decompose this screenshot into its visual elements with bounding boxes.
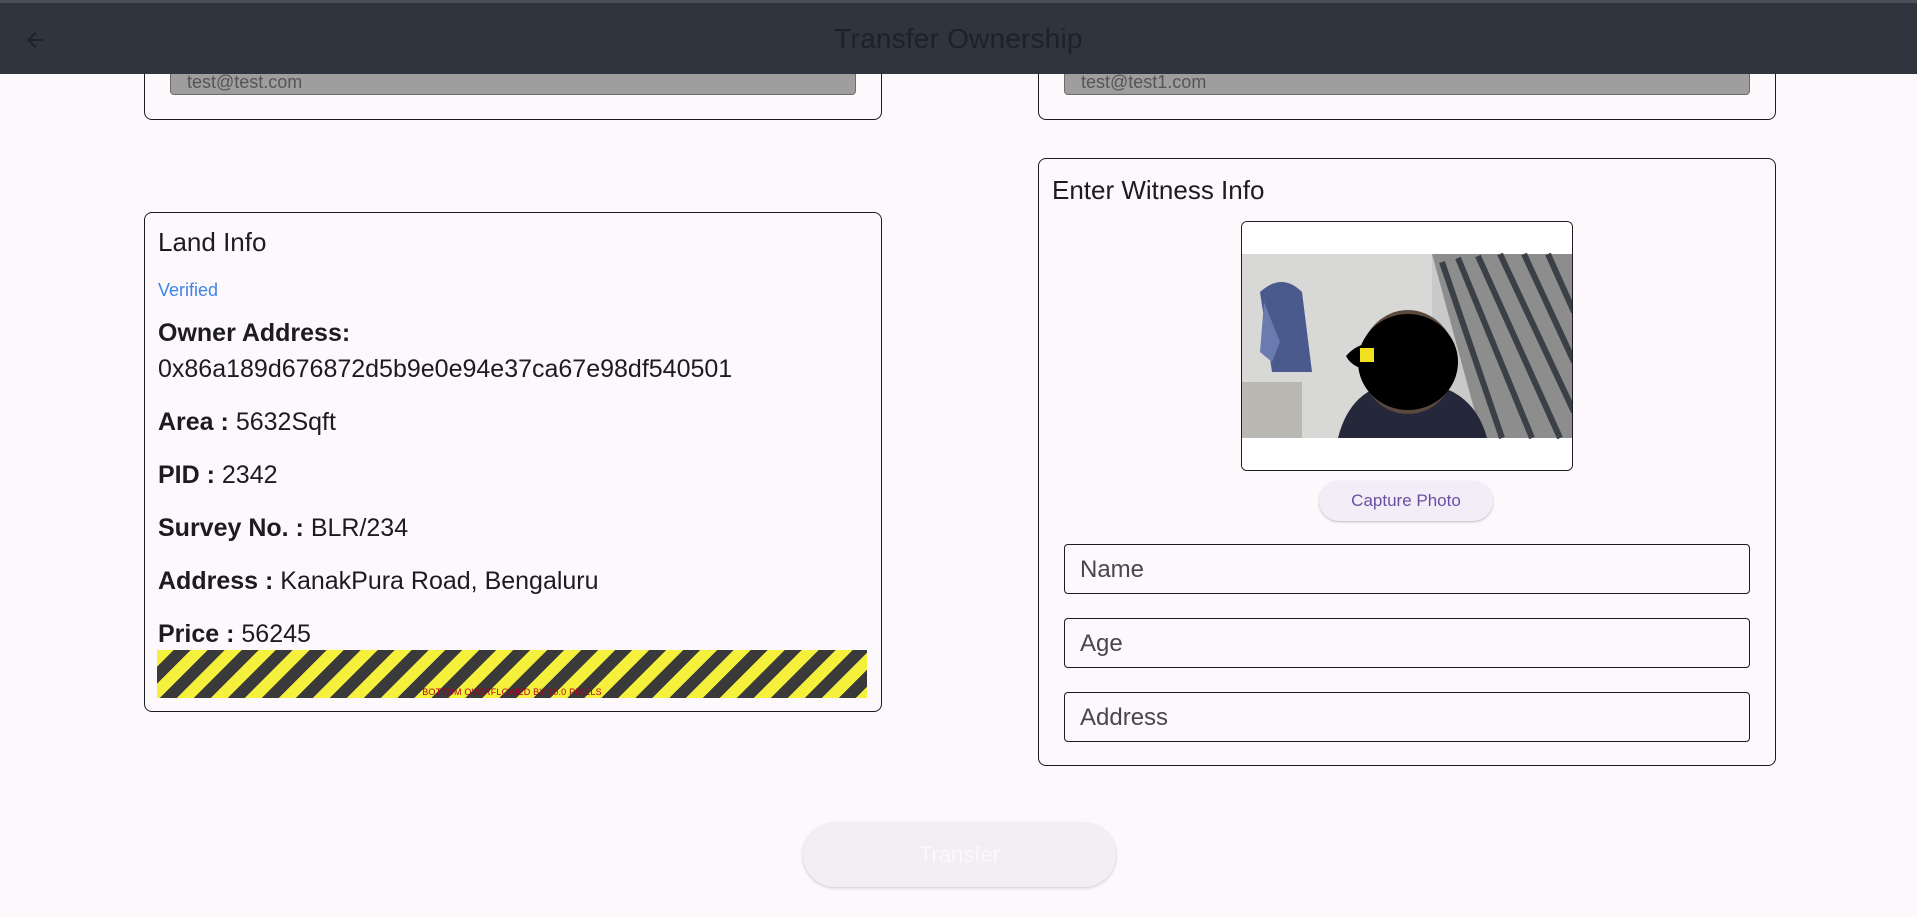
survey-value: BLR/234 xyxy=(310,514,409,542)
land-info-title: Land Info xyxy=(158,227,267,257)
area-value: 5632Sqft xyxy=(235,408,336,436)
owner-address-label: Owner Address: xyxy=(158,319,351,347)
address-value: KanakPura Road, Bengaluru xyxy=(280,567,599,595)
transfer-button[interactable]: Transfer xyxy=(803,823,1116,887)
owner-address-value: 0x86a189d676872d5b9e0e94e37ca67e98df5405… xyxy=(158,355,733,383)
page-title: Transfer Ownership xyxy=(834,23,1083,54)
price-value: 56245 xyxy=(241,620,311,648)
area-row: Area : 5632Sqft xyxy=(158,404,868,440)
pid-value: 2342 xyxy=(221,461,278,489)
survey-label: Survey No. : xyxy=(158,514,304,542)
address-row: Address : KanakPura Road, Bengaluru xyxy=(158,563,868,599)
area-label: Area : xyxy=(158,408,229,436)
app-bar: Transfer Ownership xyxy=(0,0,1917,74)
pid-row: PID : 2342 xyxy=(158,457,868,493)
witness-title: Enter Witness Info xyxy=(1052,175,1265,205)
capture-photo-button[interactable]: Capture Photo xyxy=(1319,481,1493,521)
verified-status: Verified xyxy=(158,280,219,300)
survey-row: Survey No. : BLR/234 xyxy=(158,510,868,546)
witness-age-field[interactable]: Age xyxy=(1064,618,1750,668)
price-row: Price : 56245 xyxy=(158,616,868,652)
price-label: Price : xyxy=(158,620,235,648)
address-label: Address : xyxy=(158,567,274,595)
pid-label: PID : xyxy=(158,461,215,489)
witness-photo-frame xyxy=(1241,221,1573,471)
overflow-warning-stripe: BOTTOM OVERFLOWED BY 10.0 PIXELS xyxy=(157,650,867,698)
witness-address-field[interactable]: Address xyxy=(1064,692,1750,742)
land-info-card: Land Info Verified Owner Address: 0x86a1… xyxy=(144,212,882,712)
witness-name-field[interactable]: Name xyxy=(1064,544,1750,594)
witness-card: Enter Witness Info Capture Photo Name Ag… xyxy=(1038,158,1776,766)
witness-photo xyxy=(1242,222,1572,470)
overflow-warning-text: BOTTOM OVERFLOWED BY 10.0 PIXELS xyxy=(422,687,602,697)
owner-address-row: Owner Address: 0x86a189d676872d5b9e0e94e… xyxy=(158,315,868,387)
